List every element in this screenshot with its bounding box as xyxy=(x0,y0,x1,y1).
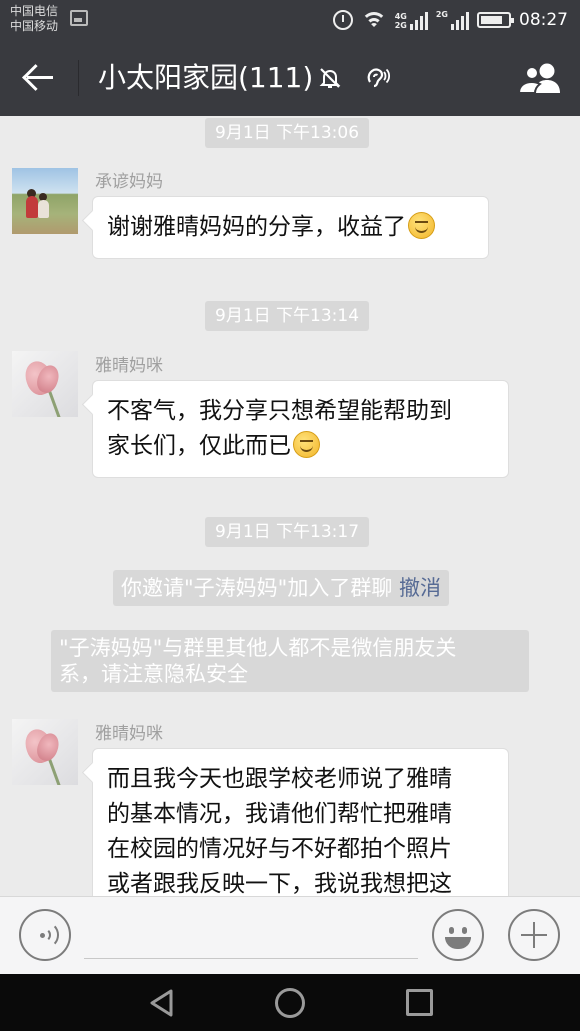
status-bar: 中国电信 中国移动 4G 2G 2G 08:27 xyxy=(0,0,580,40)
message-bubble[interactable]: 而且我今天也跟学校老师说了雅晴 的基本情况，我请他们帮忙把雅晴 在校园的情况好与… xyxy=(92,748,509,896)
avatar[interactable] xyxy=(12,351,78,417)
message-bubble[interactable]: 谢谢雅晴妈妈的分享，收益了 xyxy=(92,196,489,259)
system-line: "子涛妈妈"与群里其他人都不是微信朋友关 xyxy=(59,636,457,660)
smile-emoji-icon xyxy=(408,212,435,239)
system-text: 你邀请"子涛妈妈"加入了群聊 xyxy=(121,576,393,600)
smile-emoji-icon xyxy=(293,431,320,458)
message-bubble[interactable]: 不客气，我分享只想希望能帮助到 家长们，仅此而已 xyxy=(92,380,509,478)
timestamp: 9月1日 下午13:17 xyxy=(205,517,370,547)
mute-icon xyxy=(319,68,341,88)
avatar[interactable] xyxy=(12,168,78,234)
earpiece-icon xyxy=(367,68,390,88)
chat-title: 小太阳家园(111) xyxy=(98,61,314,94)
input-bar xyxy=(0,896,580,974)
system-message: 你邀请"子涛妈妈"加入了群聊 撤消 xyxy=(113,570,450,606)
signal-icon-2: 2G xyxy=(436,10,469,30)
alarm-icon xyxy=(332,10,353,30)
message-line: 不客气，我分享只想希望能帮助到 xyxy=(107,398,452,424)
emoji-icon[interactable] xyxy=(432,909,484,961)
nav-home-icon[interactable] xyxy=(275,988,305,1018)
carrier-2: 中国移动 xyxy=(10,19,59,33)
status-time: 08:27 xyxy=(519,10,568,30)
system-message: "子涛妈妈"与群里其他人都不是微信朋友关 系，请注意隐私安全 xyxy=(51,630,529,692)
message-text: 谢谢雅晴妈妈的分享，收益了 xyxy=(107,214,406,240)
sender-name: 承谚妈妈 xyxy=(95,172,163,192)
gallery-notification-icon xyxy=(70,10,88,26)
nav-recents-icon[interactable] xyxy=(406,989,433,1016)
signal-icon: 4G 2G xyxy=(395,10,428,30)
carrier-1: 中国电信 xyxy=(10,4,59,18)
back-arrow-icon[interactable] xyxy=(20,60,60,96)
message-line: 家长们，仅此而已 xyxy=(107,433,291,459)
timestamp: 9月1日 下午13:14 xyxy=(205,301,370,331)
group-members-icon[interactable] xyxy=(516,62,564,94)
status-icons: 4G 2G 2G 08:27 xyxy=(332,8,568,32)
sender-name: 雅晴妈咪 xyxy=(95,724,163,744)
network-type-3: 2G xyxy=(435,10,448,19)
chat-messages[interactable]: 9月1日 下午13:06 承谚妈妈 谢谢雅晴妈妈的分享，收益了 9月1日 下午1… xyxy=(0,116,580,896)
carrier-names: 中国电信 中国移动 xyxy=(10,4,58,34)
system-nav-bar xyxy=(0,974,580,1031)
message-line: 的基本情况，我请他们帮忙把雅晴 xyxy=(107,801,452,827)
battery-icon xyxy=(477,12,514,28)
system-line: 系，请注意隐私安全 xyxy=(59,662,248,686)
undo-invite-link[interactable]: 撤消 xyxy=(399,576,441,600)
voice-icon[interactable] xyxy=(19,909,71,961)
header-divider xyxy=(78,60,79,96)
nav-back-icon[interactable] xyxy=(147,988,177,1018)
avatar[interactable] xyxy=(12,719,78,785)
message-input[interactable] xyxy=(84,911,418,959)
sender-name: 雅晴妈咪 xyxy=(95,356,163,376)
network-type-1: 4G xyxy=(394,12,407,21)
timestamp: 9月1日 下午13:06 xyxy=(205,118,370,148)
message-line: 或者跟我反映一下，我说我想把这 xyxy=(107,871,452,896)
message-line: 而且我今天也跟学校老师说了雅晴 xyxy=(107,766,452,792)
chat-header: 小太阳家园(111) xyxy=(0,40,580,116)
plus-icon[interactable] xyxy=(508,909,560,961)
message-line: 在校园的情况好与不好都拍个照片 xyxy=(107,836,452,862)
wifi-icon xyxy=(360,10,387,30)
network-type-2: 2G xyxy=(394,21,407,30)
